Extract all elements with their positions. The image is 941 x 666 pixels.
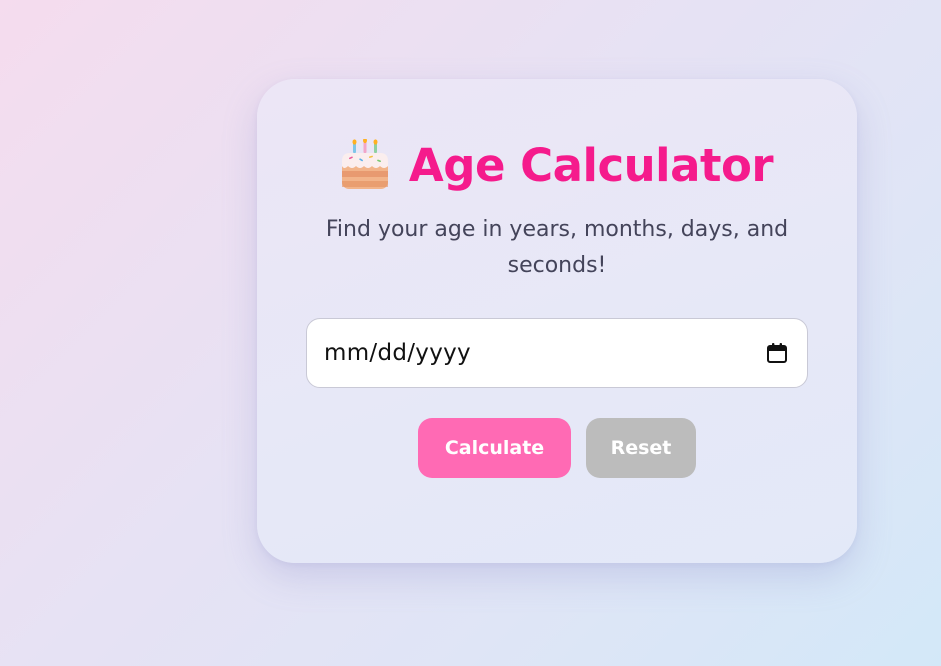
title-row: Age Calculator bbox=[257, 137, 857, 193]
birthdate-placeholder[interactable]: mm/dd/yyyy bbox=[324, 340, 765, 366]
calendar-icon[interactable] bbox=[765, 341, 789, 365]
page-title: Age Calculator bbox=[408, 138, 774, 192]
reset-button[interactable]: Reset bbox=[586, 418, 696, 478]
calculate-button[interactable]: Calculate bbox=[418, 418, 571, 478]
cake-icon bbox=[339, 137, 391, 191]
subtitle: Find your age in years, months, days, an… bbox=[325, 217, 789, 278]
age-calculator-card: Age Calculator Find your age in years, m… bbox=[257, 79, 857, 563]
birthdate-input[interactable]: mm/dd/yyyy bbox=[306, 318, 808, 388]
